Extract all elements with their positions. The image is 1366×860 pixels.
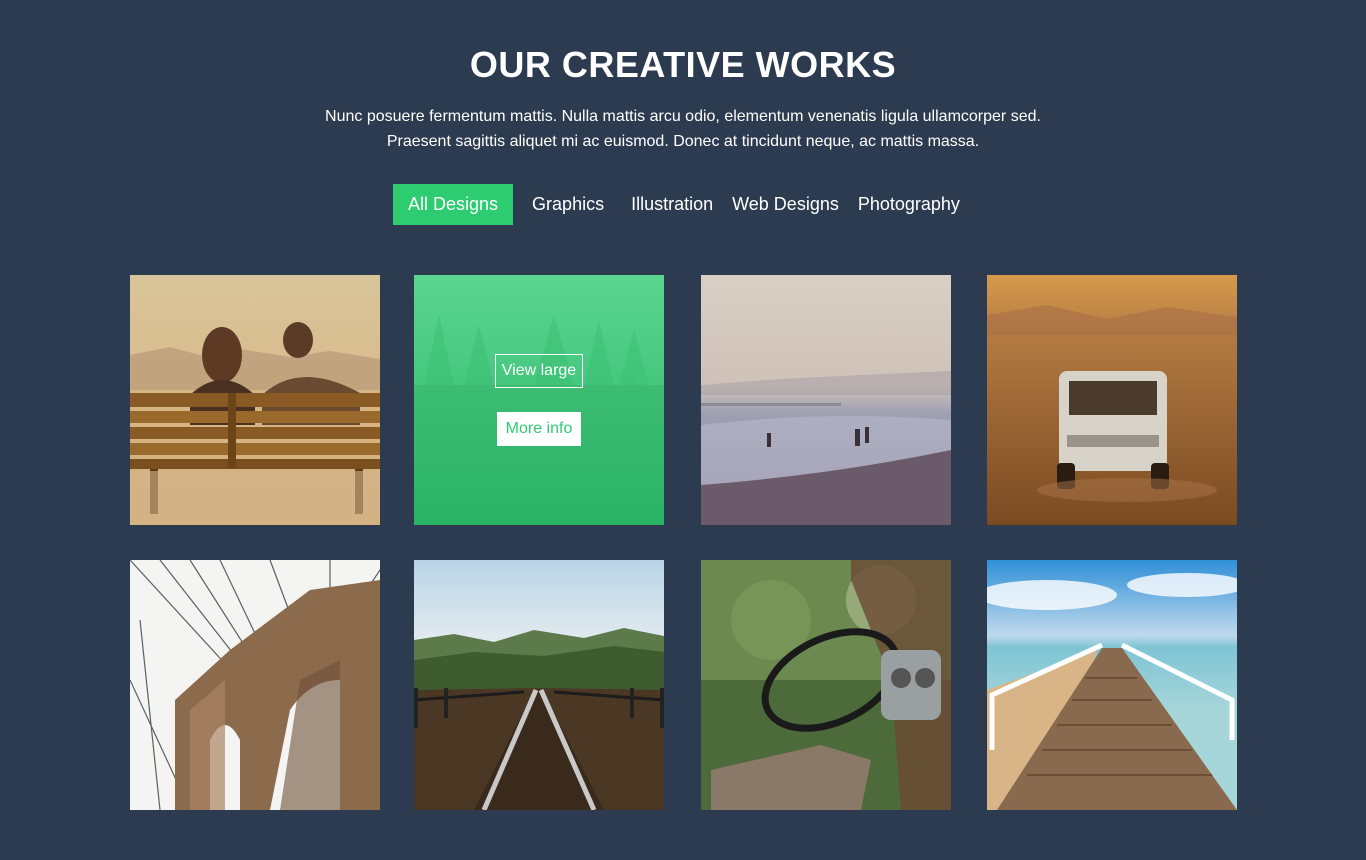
filter-web-designs[interactable]: Web Designs: [725, 184, 846, 225]
car-interior-image: [701, 560, 951, 810]
filter-graphics[interactable]: Graphics: [517, 184, 619, 225]
hover-overlay: View large More info: [414, 275, 664, 525]
portfolio-item-railway[interactable]: [414, 560, 664, 810]
filter-photography[interactable]: Photography: [850, 184, 968, 225]
portfolio-item-beach[interactable]: [701, 275, 951, 525]
view-large-button[interactable]: View large: [494, 354, 584, 388]
section-title: OUR CREATIVE WORKS: [469, 44, 897, 85]
more-info-button[interactable]: More info: [496, 412, 582, 446]
description-line-2: Praesent sagittis aliquet mi ac euismod.…: [386, 133, 980, 150]
filter-illustration[interactable]: Illustration: [623, 184, 721, 225]
bridge-image: [130, 560, 380, 810]
pier-image: [987, 560, 1237, 810]
couple-bench-image: [130, 275, 380, 525]
filter-all-designs[interactable]: All Designs: [393, 184, 514, 225]
description-line-1: Nunc posuere fermentum mattis. Nulla mat…: [325, 108, 1041, 125]
portfolio-item-forest[interactable]: View large More info: [414, 275, 664, 525]
van-desert-image: [987, 275, 1237, 525]
railway-image: [414, 560, 664, 810]
section-description: Nunc posuere fermentum mattis. Nulla mat…: [0, 104, 1366, 154]
filter-tabs: All Designs Graphics Illustration Web De…: [393, 184, 968, 225]
portfolio-item-car-interior[interactable]: [701, 560, 951, 810]
portfolio-item-pier[interactable]: [987, 560, 1237, 810]
portfolio-item-couple-bench[interactable]: [130, 275, 380, 525]
portfolio-item-van[interactable]: [987, 275, 1237, 525]
beach-image: [701, 275, 951, 525]
portfolio-item-bridge[interactable]: [130, 560, 380, 810]
